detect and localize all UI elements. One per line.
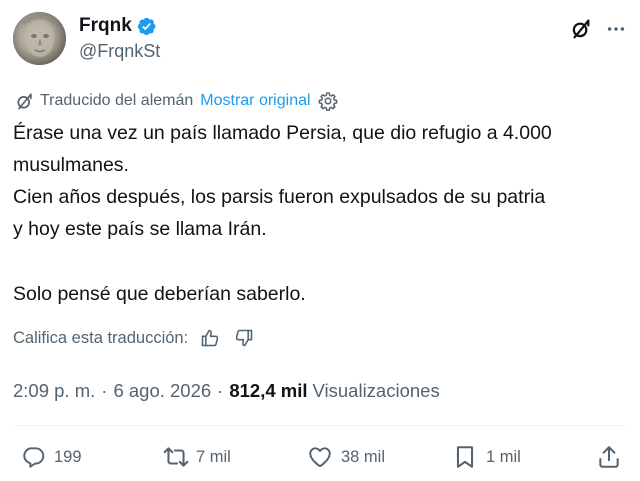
author-name-row[interactable]: Frqnk	[79, 14, 157, 38]
handle[interactable]: @FrqnkSt	[79, 41, 160, 62]
thumbs-up-icon[interactable]	[200, 328, 220, 348]
tweet-meta: 2:09 p. m. · 6 ago. 2026 · 812,4 mil Vis…	[13, 378, 440, 404]
repost-icon	[162, 444, 190, 470]
share-icon	[596, 444, 622, 470]
like-count: 38 mil	[341, 447, 386, 466]
tweet-line: Érase una vez un país llamado Persia, qu…	[13, 122, 552, 144]
views-label: Visualizaciones	[312, 380, 440, 401]
tweet-time[interactable]: 2:09 p. m.	[13, 380, 95, 402]
divider	[13, 425, 627, 426]
reply-icon	[20, 444, 46, 470]
rate-translation-label: Califica esta traducción:	[13, 328, 189, 347]
more-dots-icon[interactable]	[603, 16, 629, 42]
avatar-image	[13, 12, 66, 65]
repost-button[interactable]: 7 mil	[162, 443, 231, 471]
like-button[interactable]: 38 mil	[307, 443, 385, 471]
reply-button[interactable]: 199	[20, 443, 82, 471]
tweet-line: Cien años después, los parsis fueron exp…	[13, 186, 546, 208]
bookmark-icon	[452, 444, 478, 470]
gear-icon[interactable]	[318, 91, 338, 111]
meta-separator: ·	[101, 380, 108, 401]
show-original-link[interactable]: Mostrar original	[200, 92, 310, 110]
verified-badge-icon[interactable]	[136, 16, 157, 37]
thumbs-down-icon[interactable]	[234, 328, 254, 348]
translate-slash-icon	[15, 92, 34, 111]
tweet-line: musulmanes.	[13, 154, 129, 176]
avatar[interactable]	[13, 12, 66, 65]
bookmark-count: 1 mil	[486, 447, 521, 466]
translation-notice: Traducido del alemán Mostrar original	[15, 89, 338, 113]
bookmark-button[interactable]: 1 mil	[452, 443, 521, 471]
repost-count: 7 mil	[196, 447, 231, 466]
heart-icon	[307, 444, 333, 470]
meta-separator: ·	[217, 380, 224, 401]
grok-slash-icon[interactable]	[568, 16, 594, 42]
tweet-line: Solo pensé que deberían saberlo.	[13, 283, 306, 305]
views-count: 812,4 mil	[229, 380, 308, 401]
tweet-date[interactable]: 6 ago. 2026	[113, 380, 211, 402]
rate-translation: Califica esta traducción:	[13, 326, 254, 350]
display-name[interactable]: Frqnk	[79, 15, 132, 37]
share-button[interactable]	[596, 443, 622, 471]
tweet-line: y hoy este país se llama Irán.	[13, 218, 267, 240]
tweet-text: Érase una vez un país llamado Persia, qu…	[13, 117, 633, 310]
reply-count: 199	[54, 447, 82, 466]
translated-from-label: Traducido del alemán	[40, 92, 194, 109]
